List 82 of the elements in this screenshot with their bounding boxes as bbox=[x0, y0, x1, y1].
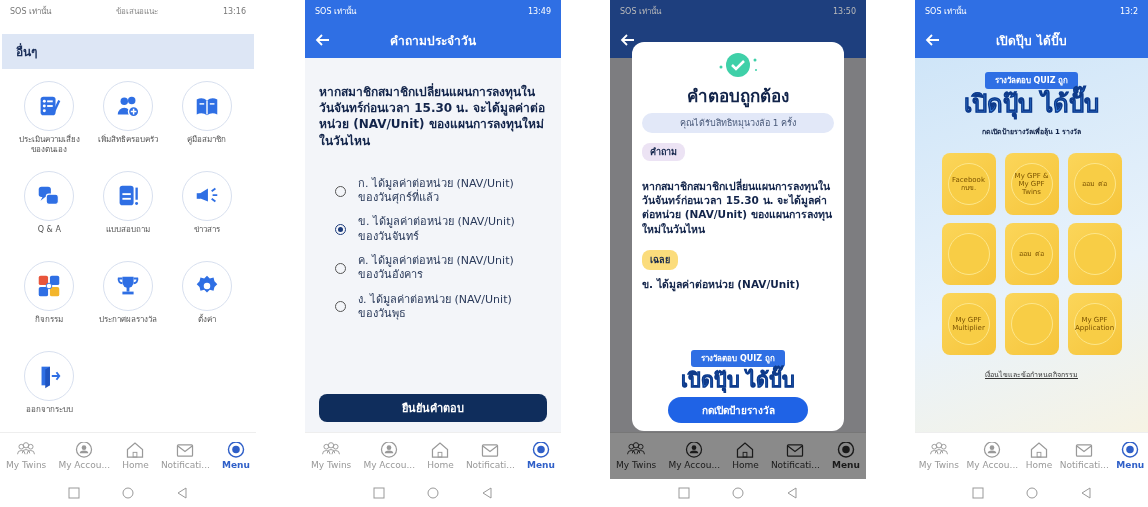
square-nav-icon[interactable] bbox=[68, 487, 80, 499]
tab[interactable]: My Accou... bbox=[966, 442, 1019, 470]
tab[interactable]: Menu bbox=[222, 442, 250, 470]
tab[interactable]: Notificati... bbox=[1059, 442, 1109, 470]
menu-item[interactable]: ออกจากระบบ bbox=[10, 351, 89, 427]
menu-item[interactable]: ตั้งค่า bbox=[167, 261, 246, 337]
tab[interactable]: Menu bbox=[832, 442, 860, 470]
prize-card[interactable] bbox=[1004, 293, 1059, 356]
house-icon bbox=[1029, 442, 1048, 458]
answer-option[interactable]: ค. ได้มูลค่าต่อหน่วย (NAV/Unit) ของวันอังคาร bbox=[335, 253, 547, 283]
menu-item[interactable]: เพิ่มสิทธิครอบครัว bbox=[88, 81, 168, 157]
envelope-icon bbox=[786, 442, 805, 458]
square-nav-icon[interactable] bbox=[971, 487, 984, 499]
envelope-icon bbox=[1075, 442, 1094, 458]
back-arrow-icon[interactable] bbox=[925, 32, 941, 48]
house-icon bbox=[126, 442, 145, 458]
question-text: หากสมาชิกสมาชิกเปลี่ยนแผนการลงทุนในวันจันทร์ก่อนเวลา 15.30 น. จะได้มูลค่าต่อหน่วย (NAV/Unit) ของแผนการลงทุนใหม่ในวันไหน bbox=[642, 179, 833, 236]
tab[interactable]: My Twins bbox=[311, 442, 352, 470]
section-header: อื่นๆ bbox=[2, 34, 254, 69]
tab[interactable]: My Twins bbox=[6, 442, 47, 470]
screen-title: เปิดปุ๊บ ได้ปั๊บ bbox=[995, 31, 1068, 50]
back-nav-icon[interactable] bbox=[1079, 487, 1092, 499]
tab[interactable]: Menu bbox=[1116, 442, 1145, 470]
back-arrow-icon[interactable] bbox=[620, 32, 636, 48]
tab[interactable]: Notificati... bbox=[465, 442, 515, 470]
carrier-text: SOS เท่านั้น bbox=[925, 5, 966, 18]
answer-text: ข. ได้มูลค่าต่อหน่วย (NAV/Unit) bbox=[642, 276, 800, 293]
question-text: หากสมาชิกสมาชิกเปลี่ยนแผนการลงทุนในวันจันทร์ก่อนเวลา 15.30 น. จะได้มูลค่าต่อหน่วย (NAV/Unit) ของแผนการลงทุนใหม่ในวันไหน bbox=[319, 84, 547, 149]
menu-item[interactable]: ประเมินความเสี่ยงของตนเอง bbox=[10, 81, 89, 157]
back-arrow-icon[interactable] bbox=[315, 32, 331, 48]
back-nav-icon[interactable] bbox=[176, 487, 188, 499]
tab[interactable]: Notificati... bbox=[160, 442, 210, 470]
menu-item[interactable]: คู่มือสมาชิก bbox=[167, 81, 246, 157]
house-icon bbox=[431, 442, 450, 458]
tab[interactable]: Home bbox=[1025, 442, 1053, 470]
dialog-title: คำตอบถูกต้อง bbox=[687, 85, 789, 109]
answer-tag: เฉลย bbox=[642, 249, 678, 270]
tab[interactable]: My Accou... bbox=[58, 442, 111, 470]
tab[interactable]: My Accou... bbox=[363, 442, 416, 470]
feedback-link[interactable]: ข้อเสนอแนะ bbox=[115, 4, 158, 18]
tab[interactable]: Home bbox=[732, 442, 759, 470]
quiz-logo-text: เปิดปุ๊บ ได้ปั๊บ bbox=[678, 367, 798, 393]
menu-item[interactable]: ข่าวสาร bbox=[167, 171, 246, 247]
envelope-icon bbox=[481, 442, 500, 458]
answer-option[interactable]: ก. ได้มูลค่าต่อหน่วย (NAV/Unit) ของวันศุกร์ที่แล้ว bbox=[335, 176, 547, 206]
home-nav-icon[interactable] bbox=[1025, 487, 1038, 499]
tab[interactable]: My Twins bbox=[918, 442, 959, 470]
home-nav-icon[interactable] bbox=[122, 487, 134, 499]
clock-text: 13:49 bbox=[527, 6, 551, 16]
tab[interactable]: My Twins bbox=[616, 442, 657, 470]
clock-text: 13:50 bbox=[832, 6, 856, 16]
clock-text: 13:2 bbox=[1120, 6, 1138, 16]
carrier-text: SOS เท่านั้น bbox=[315, 5, 356, 18]
tab[interactable]: Home bbox=[122, 442, 149, 470]
square-nav-icon[interactable] bbox=[678, 487, 690, 499]
menu-item[interactable]: แบบสอบถาม bbox=[88, 171, 168, 247]
tab[interactable]: Menu bbox=[527, 442, 555, 470]
prize-card[interactable] bbox=[941, 223, 996, 286]
tab[interactable]: My Accou... bbox=[668, 442, 721, 470]
envelope-icon bbox=[176, 442, 195, 458]
home-nav-icon[interactable] bbox=[732, 487, 744, 499]
answer-option[interactable]: ข. ได้มูลค่าต่อหน่วย (NAV/Unit) ของวันจันทร์ bbox=[335, 215, 547, 244]
menu-item[interactable]: ประกาศผลรางวัล bbox=[88, 261, 168, 337]
tab[interactable]: Notificati... bbox=[770, 442, 820, 470]
carrier-text: SOS เท่านั้น bbox=[10, 5, 51, 18]
back-nav-icon[interactable] bbox=[786, 487, 798, 499]
square-nav-icon[interactable] bbox=[373, 487, 385, 499]
clock-text: 13:16 bbox=[222, 6, 246, 16]
back-nav-icon[interactable] bbox=[481, 487, 493, 499]
reward-pill: คุณได้รับสิทธิหมุนวงล้อ 1 ครั้ง bbox=[642, 113, 834, 133]
screen-title: คำถามประจำวัน bbox=[389, 32, 477, 50]
home-nav-icon[interactable] bbox=[427, 487, 439, 499]
answer-option[interactable]: ง. ได้มูลค่าต่อหน่วย (NAV/Unit) ของวันพุธ bbox=[335, 292, 547, 322]
menu-item[interactable]: Q & A bbox=[10, 171, 89, 247]
house-icon bbox=[736, 442, 755, 458]
tab[interactable]: Home bbox=[427, 442, 454, 470]
prize-card[interactable] bbox=[1067, 223, 1122, 286]
open-prize-button[interactable]: กดเปิดป้ายรางวัล bbox=[668, 397, 808, 423]
carrier-text: SOS เท่านั้น bbox=[620, 5, 661, 18]
confirm-answer-button[interactable]: ยืนยันคำตอบ bbox=[319, 394, 547, 422]
question-tag: คำถาม bbox=[642, 143, 685, 162]
menu-item[interactable]: กิจกรรม bbox=[10, 261, 89, 337]
